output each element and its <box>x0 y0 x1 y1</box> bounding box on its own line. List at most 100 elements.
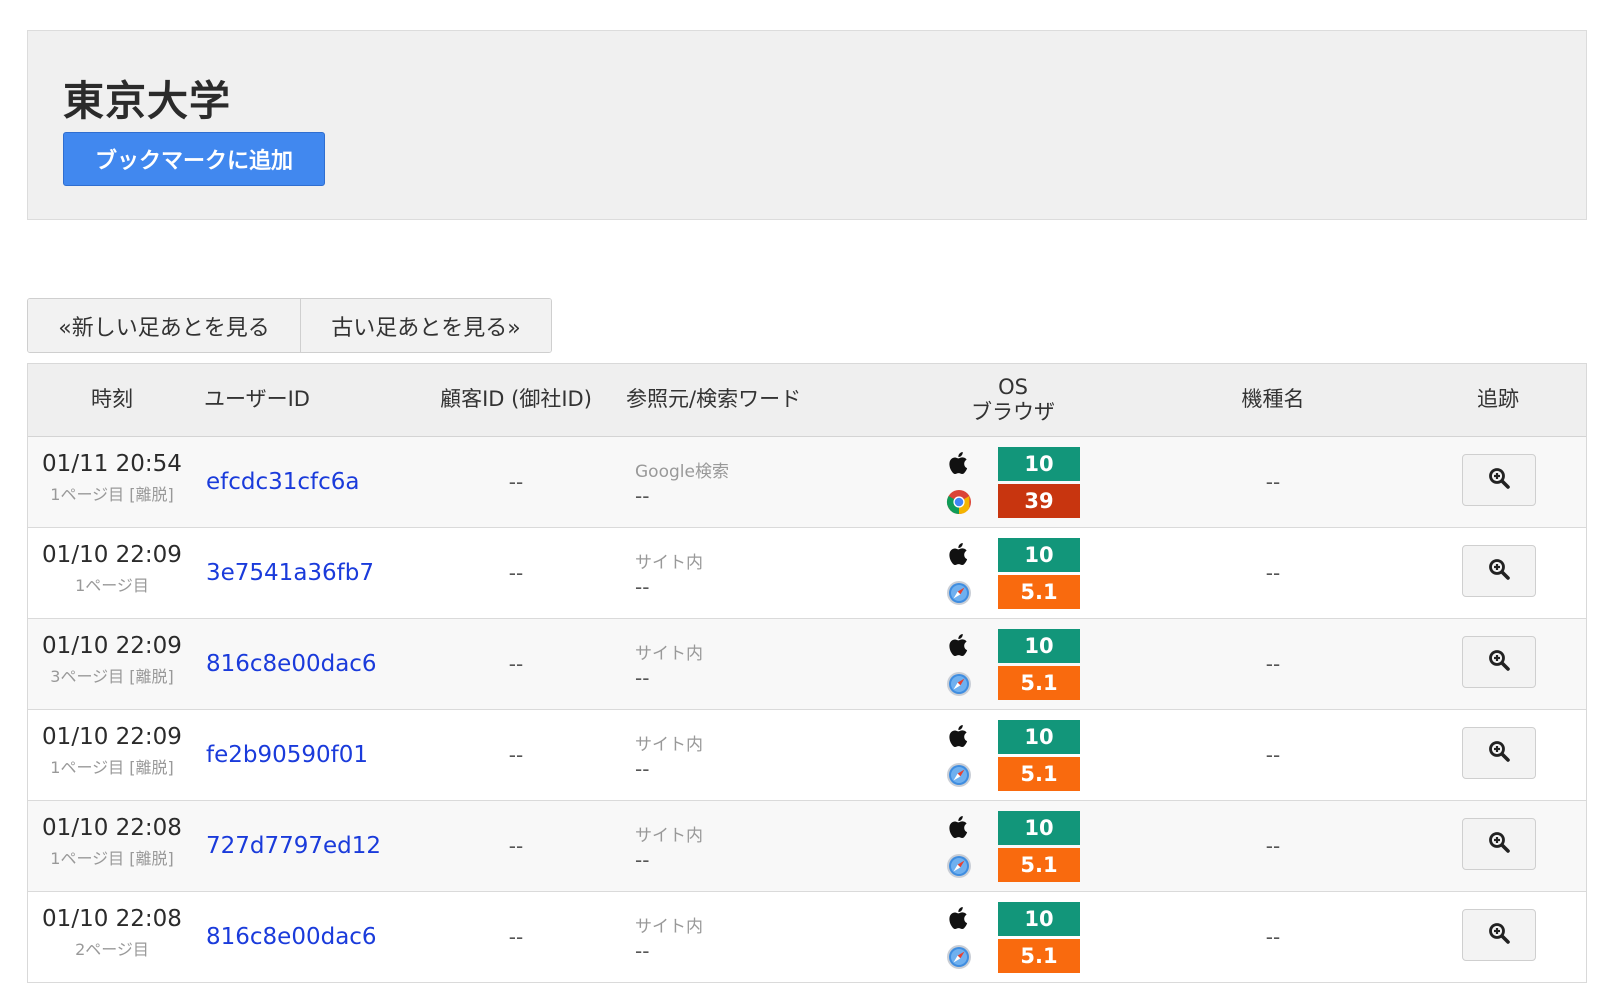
zoom-in-icon <box>1487 921 1511 949</box>
user-id-cell: 3e7541a36fb7 <box>206 528 374 618</box>
table-body: 01/11 20:54 1ページ目 [離脱] efcdc31cfc6a -- G… <box>28 437 1586 983</box>
customer-id: -- <box>508 470 524 494</box>
visit-time: 01/10 22:09 <box>42 542 182 568</box>
os-version-badge: 10 <box>998 629 1080 663</box>
chrome-icon <box>946 489 972 515</box>
apple-icon <box>946 450 972 476</box>
newer-footprints-button[interactable]: «新しい足あとを見る <box>28 299 301 352</box>
column-header-os-browser: OS ブラウザ <box>938 364 1088 436</box>
os-browser-cell: 10 5.1 <box>938 811 1080 883</box>
os-version-badge: 10 <box>998 720 1080 754</box>
trace-button[interactable] <box>1462 818 1536 870</box>
add-bookmark-button[interactable]: ブックマークに追加 <box>63 132 325 186</box>
search-word: -- <box>635 848 650 872</box>
os-browser-cell: 10 5.1 <box>938 538 1080 610</box>
safari-icon <box>946 580 972 606</box>
safari-icon <box>946 671 972 697</box>
table-row: 01/10 22:08 2ページ目 816c8e00dac6 -- サイト内 -… <box>28 892 1586 983</box>
referrer-source: サイト内 <box>635 826 703 846</box>
browser-version-badge: 39 <box>998 484 1080 518</box>
user-id-cell: 816c8e00dac6 <box>206 892 377 982</box>
trace-button[interactable] <box>1462 636 1536 688</box>
time-cell: 01/10 22:08 1ページ目 [離脱] <box>28 815 196 869</box>
search-word: -- <box>635 939 650 963</box>
referrer-cell: Google検索 -- <box>635 457 729 508</box>
time-cell: 01/10 22:09 1ページ目 <box>28 542 196 596</box>
column-header-referrer: 参照元/検索ワード <box>626 387 802 412</box>
customer-id: -- <box>508 652 524 676</box>
user-id-link[interactable]: fe2b90590f01 <box>206 742 368 768</box>
apple-icon <box>946 541 972 567</box>
search-word: -- <box>635 757 650 781</box>
table-row: 01/10 22:09 1ページ目 3e7541a36fb7 -- サイト内 -… <box>28 528 1586 619</box>
safari-icon <box>946 853 972 879</box>
referrer-cell: サイト内 -- <box>635 730 703 781</box>
browser-version-badge: 5.1 <box>998 666 1080 700</box>
column-header-trace: 追跡 <box>1477 387 1519 412</box>
referrer-cell: サイト内 -- <box>635 821 703 872</box>
os-browser-cell: 10 39 <box>938 447 1080 519</box>
column-header-os: OS <box>998 374 1028 399</box>
page-count: 2ページ目 <box>75 940 149 959</box>
older-footprints-button[interactable]: 古い足あとを見る» <box>301 299 551 352</box>
referrer-source: サイト内 <box>635 735 703 755</box>
trace-button[interactable] <box>1462 454 1536 506</box>
time-cell: 01/10 22:09 3ページ目 [離脱] <box>28 633 196 687</box>
column-header-user-id: ユーザーID <box>204 387 310 412</box>
customer-id: -- <box>508 743 524 767</box>
apple-icon <box>946 905 972 931</box>
page-count: 1ページ目 [離脱] <box>50 485 174 504</box>
device-model: -- <box>1265 925 1281 949</box>
zoom-in-icon <box>1487 648 1511 676</box>
table-row: 01/10 22:09 3ページ目 [離脱] 816c8e00dac6 -- サ… <box>28 619 1586 710</box>
user-id-link[interactable]: 727d7797ed12 <box>206 833 381 859</box>
page-count: 1ページ目 <box>75 576 149 595</box>
user-id-link[interactable]: 816c8e00dac6 <box>206 924 377 950</box>
time-cell: 01/10 22:09 1ページ目 [離脱] <box>28 724 196 778</box>
referrer-cell: サイト内 -- <box>635 639 703 690</box>
referrer-source: Google検索 <box>635 462 729 482</box>
trace-button[interactable] <box>1462 727 1536 779</box>
referrer-source: サイト内 <box>635 553 703 573</box>
table-header: 時刻 ユーザーID 顧客ID (御社ID) 参照元/検索ワード OS ブラウザ … <box>28 364 1586 437</box>
visit-time: 01/10 22:08 <box>42 906 182 932</box>
table-row: 01/10 22:09 1ページ目 [離脱] fe2b90590f01 -- サ… <box>28 710 1586 801</box>
os-browser-cell: 10 5.1 <box>938 720 1080 792</box>
safari-icon <box>946 944 972 970</box>
trace-button[interactable] <box>1462 909 1536 961</box>
user-id-cell: 816c8e00dac6 <box>206 619 377 709</box>
zoom-in-icon <box>1487 830 1511 858</box>
page-count: 1ページ目 [離脱] <box>50 849 174 868</box>
user-id-link[interactable]: 3e7541a36fb7 <box>206 560 374 586</box>
page-count: 1ページ目 [離脱] <box>50 758 174 777</box>
visit-time: 01/10 22:09 <box>42 724 182 750</box>
zoom-in-icon <box>1487 557 1511 585</box>
os-browser-cell: 10 5.1 <box>938 629 1080 701</box>
trace-button[interactable] <box>1462 545 1536 597</box>
browser-version-badge: 5.1 <box>998 575 1080 609</box>
apple-icon <box>946 814 972 840</box>
column-header-time: 時刻 <box>91 387 133 412</box>
customer-id: -- <box>508 834 524 858</box>
header-panel: 東京大学 ブックマークに追加 <box>27 30 1587 220</box>
customer-id: -- <box>508 925 524 949</box>
referrer-source: サイト内 <box>635 644 703 664</box>
device-model: -- <box>1265 652 1281 676</box>
time-cell: 01/10 22:08 2ページ目 <box>28 906 196 960</box>
access-log-table: 時刻 ユーザーID 顧客ID (御社ID) 参照元/検索ワード OS ブラウザ … <box>27 363 1587 983</box>
table-row: 01/10 22:08 1ページ目 [離脱] 727d7797ed12 -- サ… <box>28 801 1586 892</box>
search-word: -- <box>635 666 650 690</box>
column-header-browser: ブラウザ <box>971 400 1055 424</box>
user-id-link[interactable]: efcdc31cfc6a <box>206 469 360 495</box>
browser-version-badge: 5.1 <box>998 848 1080 882</box>
column-header-model: 機種名 <box>1241 387 1305 412</box>
visit-time: 01/11 20:54 <box>42 451 182 477</box>
device-model: -- <box>1265 561 1281 585</box>
visit-time: 01/10 22:08 <box>42 815 182 841</box>
user-id-link[interactable]: 816c8e00dac6 <box>206 651 377 677</box>
apple-icon <box>946 723 972 749</box>
browser-version-badge: 5.1 <box>998 939 1080 973</box>
referrer-source: サイト内 <box>635 917 703 937</box>
browser-version-badge: 5.1 <box>998 757 1080 791</box>
user-id-cell: efcdc31cfc6a <box>206 437 360 527</box>
